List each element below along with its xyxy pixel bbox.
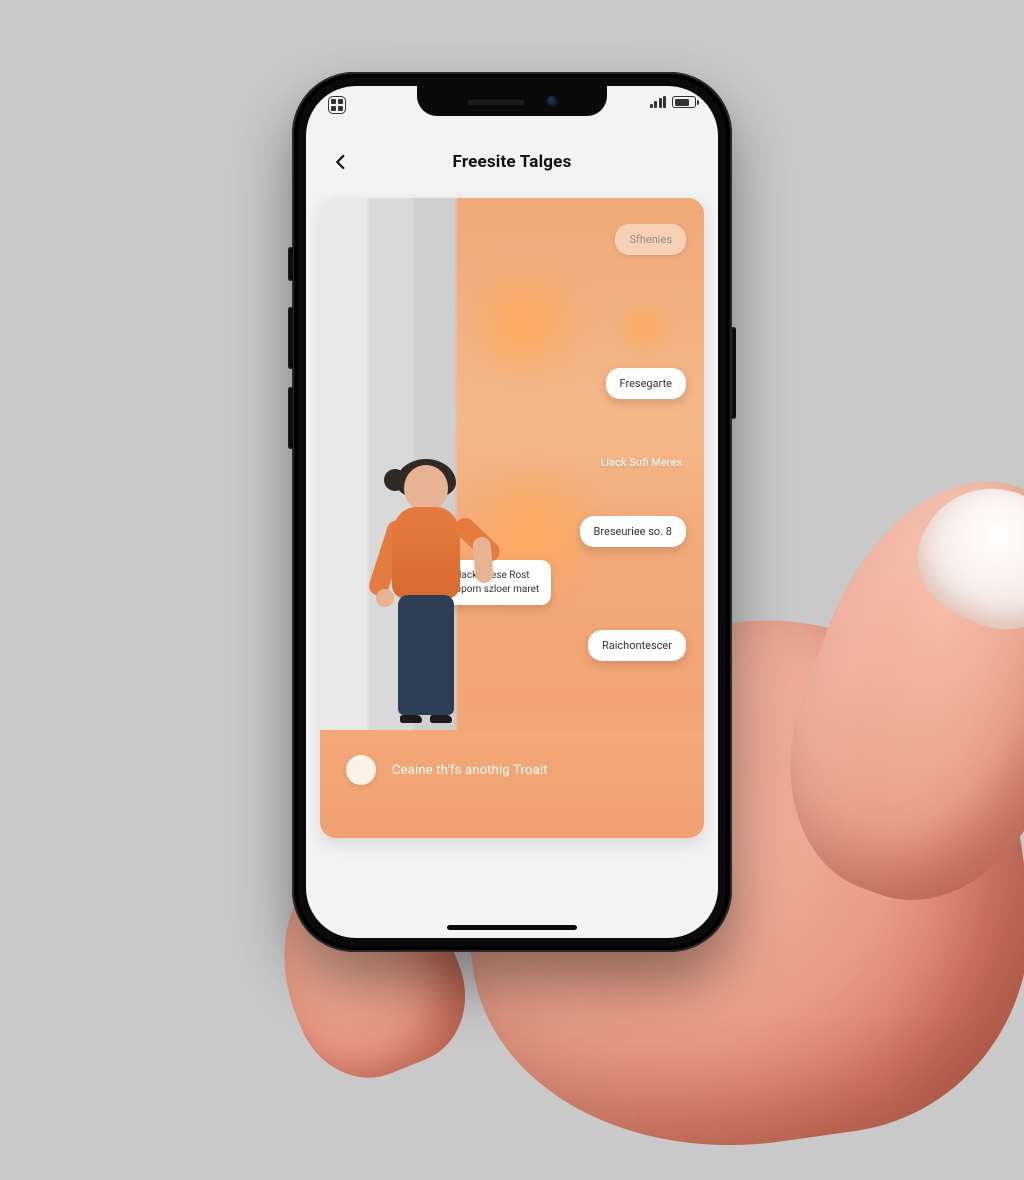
chat-bubble-text: Fresegarte [620,377,673,390]
chevron-left-icon [332,153,350,171]
home-indicator[interactable] [447,925,577,930]
front-camera [547,96,558,107]
glow-decoration [614,298,674,358]
chat-pill-suggestion[interactable]: Sfhenies [615,224,686,255]
content-area: Sfhenies Fresegarte Llack Sufi Meres Bre… [306,190,718,938]
compose-action-icon[interactable] [346,755,376,785]
app-grid-icon [328,96,346,114]
back-button[interactable] [324,145,358,179]
compose-bar[interactable]: Ceaine th'fs anothig Troalt [320,730,704,838]
page-title: Freesite Talges [453,152,572,172]
chat-bubble-received[interactable]: Raichontescer [588,630,686,661]
glow-decoration [459,257,591,389]
phone-frame: Freesite Talges Sfhenies Fresegarte Llac… [292,72,732,952]
mute-switch[interactable] [288,247,293,281]
navigation-bar: Freesite Talges [306,134,718,190]
chat-bubble-received[interactable]: Breseuriee so. 8 [580,516,686,547]
notch [417,86,607,116]
person-illustration [370,465,480,730]
chat-caption: Llack Sufi Meres [600,456,682,469]
battery-icon [672,96,696,108]
volume-down-button[interactable] [288,387,293,449]
earpiece-speaker [467,98,525,105]
cellular-signal-icon [650,96,667,108]
phone-screen: Freesite Talges Sfhenies Fresegarte Llac… [306,86,718,938]
compose-placeholder: Ceaine th'fs anothig Troalt [392,763,548,778]
power-button[interactable] [731,327,736,419]
chat-bubble-text: Raichontescer [602,639,672,652]
chat-pill-label: Sfhenies [629,233,672,246]
chat-bubble-received[interactable]: Fresegarte [606,368,687,399]
volume-up-button[interactable] [288,307,293,369]
chat-bubble-text: Breseuriee so. 8 [594,525,672,538]
conversation-card: Sfhenies Fresegarte Llack Sufi Meres Bre… [320,198,704,838]
